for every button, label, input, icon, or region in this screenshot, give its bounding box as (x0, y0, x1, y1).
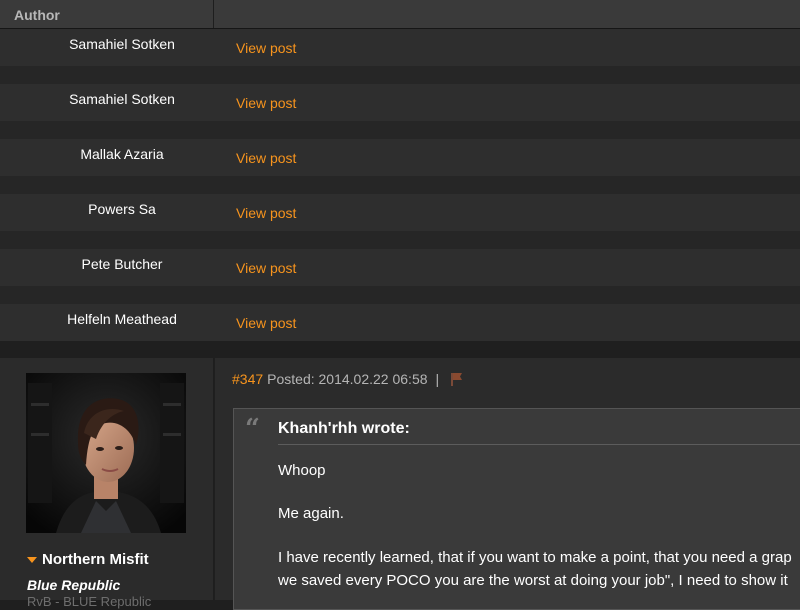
table-row: Samahiel Sotken View post (0, 84, 800, 121)
post-content: #347 Posted: 2014.02.22 06:58 | “ Khanh'… (215, 358, 800, 610)
view-post-link[interactable]: View post (236, 40, 296, 56)
avatar-portrait-icon (26, 373, 186, 533)
row-author-name: Samahiel Sotken (69, 36, 175, 52)
view-post-link[interactable]: View post (236, 150, 296, 166)
table-header: Author (0, 0, 800, 29)
row-author-name: Samahiel Sotken (69, 91, 175, 107)
quote-line: we saved every POCO you are the worst at… (278, 572, 788, 589)
view-post-link[interactable]: View post (236, 315, 296, 331)
table-row: Samahiel Sotken View post (0, 29, 800, 66)
author-name[interactable]: Northern Misfit (42, 551, 149, 568)
post-number-link[interactable]: #347 (232, 371, 263, 387)
quote-line: I have recently learned, that if you wan… (278, 549, 792, 566)
quote-line: Whoop (278, 462, 326, 479)
author-alliance[interactable]: RvB - BLUE Republic (27, 594, 151, 609)
view-post-link[interactable]: View post (236, 95, 296, 111)
quote-block: “ Khanh'rhh wrote: Whoop Me again. I hav… (233, 408, 800, 610)
table-row: Mallak Azaria View post (0, 139, 800, 176)
author-corporation[interactable]: Blue Republic (27, 577, 120, 593)
row-divider (0, 121, 800, 139)
table-row: Powers Sa View post (0, 194, 800, 231)
row-author-name: Powers Sa (88, 201, 156, 217)
view-post-link[interactable]: View post (236, 205, 296, 221)
row-author-name: Mallak Azaria (80, 146, 164, 162)
row-divider (0, 286, 800, 304)
table-row: Helfeln Meathead View post (0, 304, 800, 341)
row-divider (0, 231, 800, 249)
post-meta: #347 Posted: 2014.02.22 06:58 | (232, 371, 463, 387)
table-row: Pete Butcher View post (0, 249, 800, 286)
post-date: Posted: 2014.02.22 06:58 (267, 371, 428, 387)
avatar[interactable] (26, 373, 186, 533)
quote-divider (278, 444, 800, 445)
report-flag-icon[interactable] (449, 372, 463, 386)
view-post-link[interactable]: View post (236, 260, 296, 276)
quote-mark-icon: “ (245, 414, 260, 444)
row-divider (0, 66, 800, 84)
expanded-post: Northern Misfit Blue Republic RvB - BLUE… (0, 358, 800, 610)
quote-author: Khanh'rhh wrote: (278, 420, 410, 437)
collapsed-post-list: Samahiel Sotken View post Samahiel Sotke… (0, 29, 800, 341)
author-column-header: Author (0, 0, 214, 28)
dropdown-triangle-icon (27, 557, 37, 563)
meta-separator: | (435, 371, 440, 387)
row-divider (0, 176, 800, 194)
author-name-row[interactable]: Northern Misfit (27, 551, 149, 568)
header-spacer (214, 0, 800, 28)
post-author-sidebar: Northern Misfit Blue Republic RvB - BLUE… (0, 358, 214, 609)
row-author-name: Helfeln Meathead (67, 311, 177, 327)
quote-line: Me again. (278, 505, 344, 522)
row-author-name: Pete Butcher (81, 256, 163, 272)
